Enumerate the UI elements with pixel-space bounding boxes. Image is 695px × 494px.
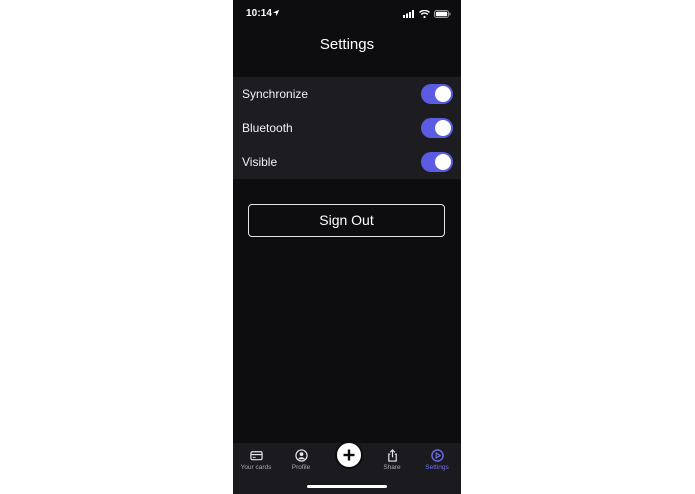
tab-label: Share bbox=[383, 464, 401, 471]
toggle-knob bbox=[435, 120, 451, 136]
add-button[interactable] bbox=[335, 441, 363, 469]
card-icon bbox=[249, 451, 263, 461]
settings-group: Synchronize Bluetooth Visible bbox=[233, 77, 461, 179]
sign-out-button[interactable]: Sign Out bbox=[248, 204, 445, 237]
user-icon bbox=[294, 449, 308, 462]
setting-row-synchronize: Synchronize bbox=[233, 77, 461, 111]
plus-icon bbox=[343, 449, 355, 461]
bluetooth-toggle[interactable] bbox=[421, 118, 453, 138]
setting-row-visible: Visible bbox=[233, 145, 461, 179]
tab-label: Settings bbox=[425, 464, 449, 471]
tab-share[interactable]: Share bbox=[370, 449, 414, 471]
tab-label: Your cards bbox=[240, 464, 272, 471]
battery-icon bbox=[434, 10, 451, 18]
setting-label: Visible bbox=[242, 155, 278, 169]
tab-settings[interactable]: Settings bbox=[415, 449, 459, 471]
page-title: Settings bbox=[319, 36, 375, 53]
status-time: 10:14 bbox=[246, 8, 273, 19]
tab-label: Profile bbox=[291, 464, 311, 471]
status-bar: 10:14 bbox=[233, 0, 461, 28]
home-indicator bbox=[307, 485, 387, 488]
visible-toggle[interactable] bbox=[421, 152, 453, 172]
setting-label: Synchronize bbox=[242, 87, 309, 101]
tab-your-cards[interactable]: Your cards bbox=[234, 449, 278, 471]
setting-row-bluetooth: Bluetooth bbox=[233, 111, 461, 145]
share-icon bbox=[387, 449, 397, 462]
cellular-signal-icon bbox=[403, 10, 414, 18]
location-arrow-icon bbox=[272, 9, 280, 17]
wifi-icon bbox=[419, 10, 430, 18]
tab-profile[interactable]: Profile bbox=[279, 449, 323, 471]
phone-screen: 10:14 Settings Synchronize Bluetooth Vis… bbox=[233, 0, 461, 494]
setting-label: Bluetooth bbox=[242, 121, 293, 135]
toggle-knob bbox=[435, 154, 451, 170]
status-icons bbox=[403, 10, 451, 18]
synchronize-toggle[interactable] bbox=[421, 84, 453, 104]
toggle-knob bbox=[435, 86, 451, 102]
play-circle-icon bbox=[430, 449, 444, 462]
